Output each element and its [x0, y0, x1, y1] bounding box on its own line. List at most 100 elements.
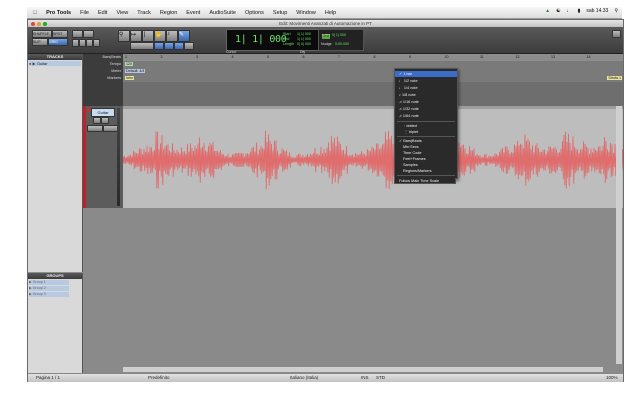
dropdown-item-note[interactable]: ♫ 1/64 note — [399, 113, 455, 119]
start-value[interactable]: 1| 1| 000 — [297, 32, 311, 36]
minimize-window-button[interactable] — [37, 21, 41, 26]
group-item-label: Group 2 — [32, 286, 46, 290]
tracks-list-row[interactable]: ● ▶ Guitar — [29, 61, 81, 66]
menu-view[interactable]: View — [116, 10, 128, 16]
dropdown-item-label: Bars|Beats — [403, 139, 422, 143]
empty-track-area[interactable] — [83, 208, 623, 373]
dropdown-item-bar[interactable]: ✓ 1 bar — [395, 71, 457, 77]
ruler-label-tempo[interactable]: Tempo — [85, 62, 121, 66]
zoom-preset-1[interactable] — [72, 39, 79, 47]
meter-value[interactable]: Default: 4/4 — [125, 69, 146, 73]
pencil-tool-button[interactable]: ✎ — [178, 30, 190, 42]
menu-audiosuite[interactable]: AudioSuite — [209, 10, 236, 16]
status-page: Pagina 1 / 1 — [36, 375, 61, 380]
menu-track[interactable]: Track — [137, 10, 151, 16]
tracks-list-track-name: Guitar — [37, 62, 48, 66]
marker-intro[interactable]: Intro — [125, 76, 135, 80]
battery-icon[interactable]: ▮ — [578, 8, 581, 14]
ruler-headers: Bars|Beats Tempo Meter Markers — [83, 54, 123, 106]
dropdown-item-note[interactable]: ♫ 1/32 note — [399, 106, 455, 112]
volume-icon[interactable]: ♩ — [567, 8, 572, 14]
track-mute-button[interactable] — [101, 117, 109, 124]
menu-edit[interactable]: Edit — [98, 10, 107, 16]
dropdown-item-note[interactable]: ♪ 1/8 note — [399, 92, 455, 98]
bar-number: 5 — [267, 55, 269, 59]
main-counter-value[interactable]: 1| 1| 000 — [235, 34, 287, 45]
tempo-value[interactable]: 120 — [125, 62, 133, 66]
menu-region[interactable]: Region — [160, 10, 177, 16]
marker-strofa[interactable]: Strofa 1 — [607, 76, 622, 80]
group-item[interactable]: ▶ Group 3 — [29, 292, 69, 297]
track-view-selector[interactable] — [87, 125, 103, 132]
selector-tool-button[interactable]: ∣ — [142, 30, 154, 42]
dropdown-item-note[interactable]: ♩ 1/2 note — [399, 78, 455, 84]
grid-value[interactable]: 0| 1| 000 — [332, 33, 346, 37]
ruler-label-bars-beats[interactable]: Bars|Beats — [85, 55, 121, 59]
horizontal-scrollbar[interactable] — [123, 367, 603, 372]
track-dot-icon: ● ▶ — [29, 61, 36, 66]
zoom-preset-2[interactable] — [79, 39, 86, 47]
timeline-rulers[interactable]: 1 2 3 4 5 6 7 8 9 10 11 12 13 14 120 Default: 4/4 Int… — [123, 54, 623, 107]
tab-to-transient-button[interactable] — [154, 42, 164, 50]
length-value[interactable]: 0| 0| 000 — [297, 42, 311, 46]
group-item[interactable]: ▶ Group 2 — [29, 286, 69, 291]
grid-label: GRID — [49, 40, 58, 44]
nudge-value[interactable]: 0:00.000 — [335, 42, 349, 46]
dropdown-item-follow[interactable]: Follow Main Time Scale — [394, 178, 456, 184]
link-timeline-button[interactable] — [164, 42, 174, 50]
zoom-preset-3[interactable] — [86, 39, 93, 47]
window-title: Edit: Movimenti Avanzati di Automazione … — [279, 21, 372, 26]
trim-tool-button[interactable]: ↦ — [130, 30, 142, 42]
spot-mode-button[interactable]: SPOT — [52, 30, 68, 38]
apple-menu-icon[interactable]:  — [33, 10, 37, 16]
grid-mode-button[interactable]: GRID — [48, 38, 68, 46]
main-counter[interactable]: 1| 1| 000 Start End Length 1| 1| 000 1| … — [226, 29, 320, 51]
track-playlist[interactable] — [123, 106, 623, 208]
menu-event[interactable]: Event — [186, 10, 200, 16]
menu-help[interactable]: Help — [325, 10, 336, 16]
tracks-header[interactable]: TRACKS — [28, 54, 82, 60]
dropdown-item-triplet[interactable]: ⋮ triplet — [399, 129, 460, 135]
ruler-label-meter[interactable]: Meter — [85, 69, 121, 73]
shuffle-mode-button[interactable]: SHUFFLE — [32, 30, 52, 38]
dropdown-item-timescale[interactable]: Regions/Markers — [399, 168, 459, 174]
menu-options[interactable]: Options — [245, 10, 264, 16]
zoomer-tool-button[interactable]: ⚲ — [118, 30, 130, 42]
slip-mode-button[interactable]: SLIP — [32, 38, 48, 46]
spotlight-icon[interactable]: ⚲ — [614, 8, 618, 14]
zoom-out-button[interactable] — [72, 30, 83, 38]
zoom-preset-4[interactable] — [93, 39, 100, 47]
insertion-follows-button[interactable] — [184, 42, 194, 50]
grid-nudge-panel: Grid 0| 1| 000 Nudge 0:00.000 — [318, 29, 364, 51]
wifi-icon[interactable]: ☯ — [556, 8, 560, 14]
status-zoom[interactable]: 100% — [606, 375, 618, 380]
audio-region[interactable] — [123, 106, 623, 208]
groups-header[interactable]: GROUPS — [28, 273, 82, 279]
bar-number: 14 — [586, 55, 591, 59]
track-name-button[interactable]: Guitar — [91, 108, 115, 117]
scrubber-tool-button[interactable]: ♪ — [166, 30, 178, 42]
track-solo-button[interactable] — [93, 117, 101, 124]
dropdown-item-note[interactable]: ♫ 1/16 note — [399, 99, 455, 105]
close-window-button[interactable] — [31, 21, 35, 26]
link-track-button[interactable] — [174, 42, 184, 50]
ruler-label-markers[interactable]: Markers — [85, 76, 121, 80]
vertical-scrollbar[interactable] — [616, 106, 622, 364]
smart-tool-button[interactable] — [130, 42, 154, 50]
zoom-in-button[interactable] — [83, 30, 94, 38]
menu-clock[interactable]: sab 14.33 — [586, 8, 608, 14]
status-icon[interactable]: ▲ — [545, 8, 550, 14]
grabber-tool-button[interactable]: ✋ — [154, 30, 166, 42]
dropdown-item-label: 1/4 note — [403, 86, 418, 90]
menu-window[interactable]: Window — [296, 10, 316, 16]
toolbar-options-button[interactable] — [612, 30, 621, 38]
bar-number: 6 — [302, 55, 305, 59]
dropdown-item-note[interactable]: ♩ 1/4 note — [399, 85, 455, 91]
menu-app[interactable]: Pro Tools — [46, 10, 71, 16]
grid-label-button[interactable]: Grid — [321, 33, 331, 40]
menu-setup[interactable]: Setup — [273, 10, 287, 16]
zoom-window-button[interactable] — [43, 21, 47, 26]
end-value[interactable]: 1| 1| 000 — [297, 37, 311, 41]
group-item[interactable]: ▶ Group 1 — [29, 280, 69, 285]
menu-file[interactable]: File — [80, 10, 89, 16]
